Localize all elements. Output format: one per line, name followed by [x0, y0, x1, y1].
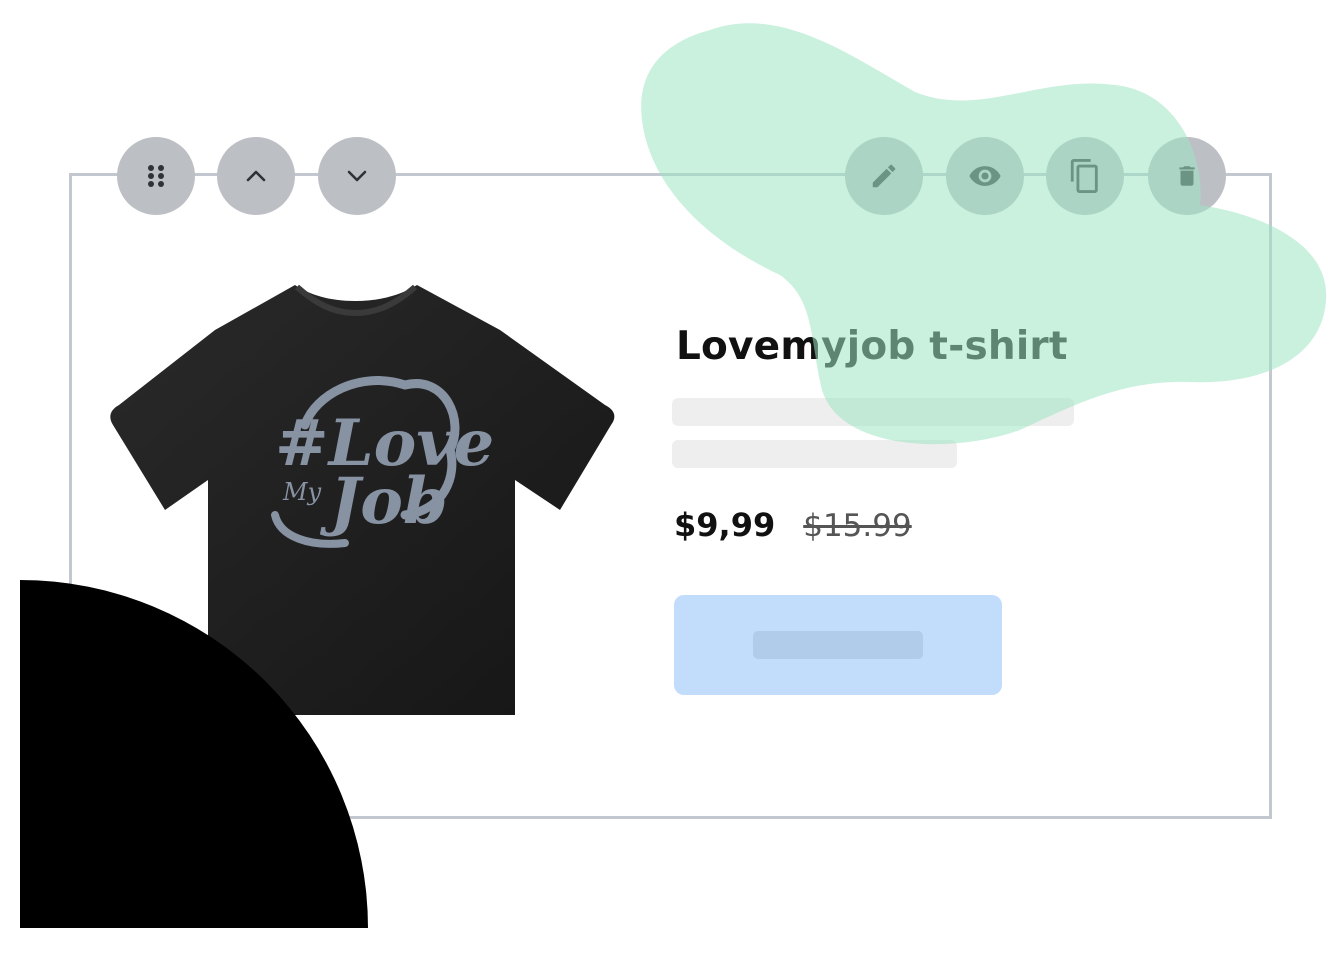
print-text-bottom: Job: [319, 464, 448, 539]
print-text-middle: My: [282, 478, 322, 506]
description-placeholder-line-1: [672, 398, 1074, 426]
trash-icon: [1179, 166, 1195, 186]
preview-button[interactable]: [946, 137, 1024, 215]
duplicate-button[interactable]: [1046, 137, 1124, 215]
description-placeholder-line-2: [672, 440, 957, 468]
pencil-icon: [872, 164, 896, 188]
edit-button[interactable]: [845, 137, 923, 215]
eye-icon: [969, 166, 1001, 186]
drag-handle-icon: [148, 165, 164, 187]
move-up-button[interactable]: [217, 137, 295, 215]
move-down-button[interactable]: [318, 137, 396, 215]
price-original: $15.99: [803, 508, 912, 544]
product-block-editor: #Love My Job Lovemyjob t-shirt $9,99 $15…: [0, 0, 1344, 960]
add-to-cart-button[interactable]: [674, 595, 1002, 695]
chevron-up-icon: [246, 170, 266, 182]
price-current: $9,99: [674, 506, 776, 544]
copy-icon: [1070, 159, 1098, 193]
delete-button[interactable]: [1148, 137, 1226, 215]
button-label-placeholder: [753, 631, 923, 659]
product-title: Lovemyjob t-shirt: [676, 324, 1068, 369]
price-row: $9,99 $15.99: [674, 506, 912, 544]
chevron-down-icon: [347, 170, 367, 182]
drag-handle-button[interactable]: [117, 137, 195, 215]
